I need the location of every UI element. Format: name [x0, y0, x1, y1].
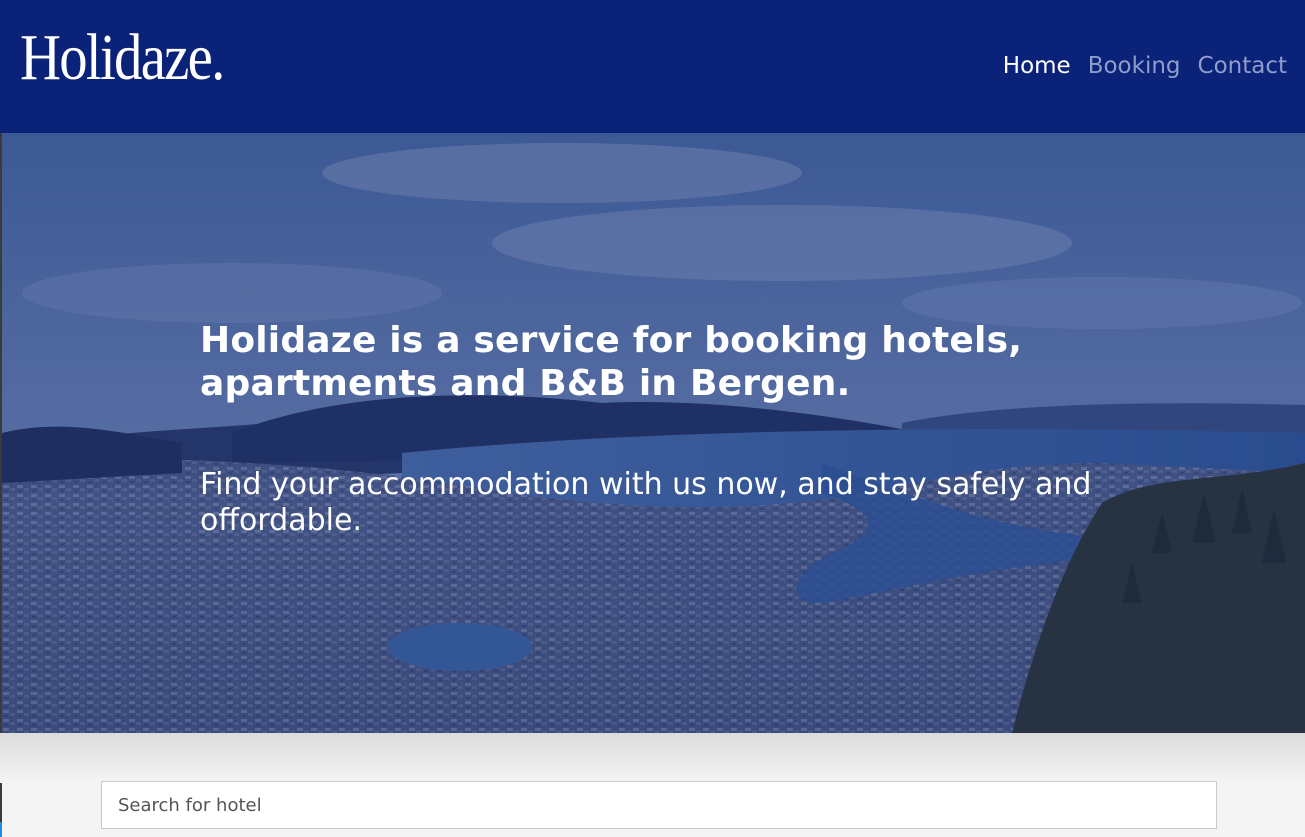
window-edge-accent [0, 822, 2, 837]
search-input[interactable] [101, 781, 1217, 829]
nav-item-booking[interactable]: Booking [1088, 50, 1181, 82]
nav-item-home[interactable]: Home [1003, 50, 1071, 82]
nav-item-contact[interactable]: Contact [1198, 50, 1287, 82]
hero-subtitle: Find your accommodation with us now, and… [200, 467, 1092, 538]
hero-title: Holidaze is a service for booking hotels… [200, 320, 1023, 404]
section-divider [0, 733, 1305, 783]
hero-overlay [2, 133, 1305, 733]
search-bar [101, 781, 1217, 829]
main-nav: Home Booking Contact [1003, 50, 1287, 82]
site-header: Holidaze. Home Booking Contact [0, 0, 1305, 133]
logo[interactable]: Holidaze. [20, 22, 225, 94]
hero-banner: Holidaze is a service for booking hotels… [2, 133, 1305, 733]
